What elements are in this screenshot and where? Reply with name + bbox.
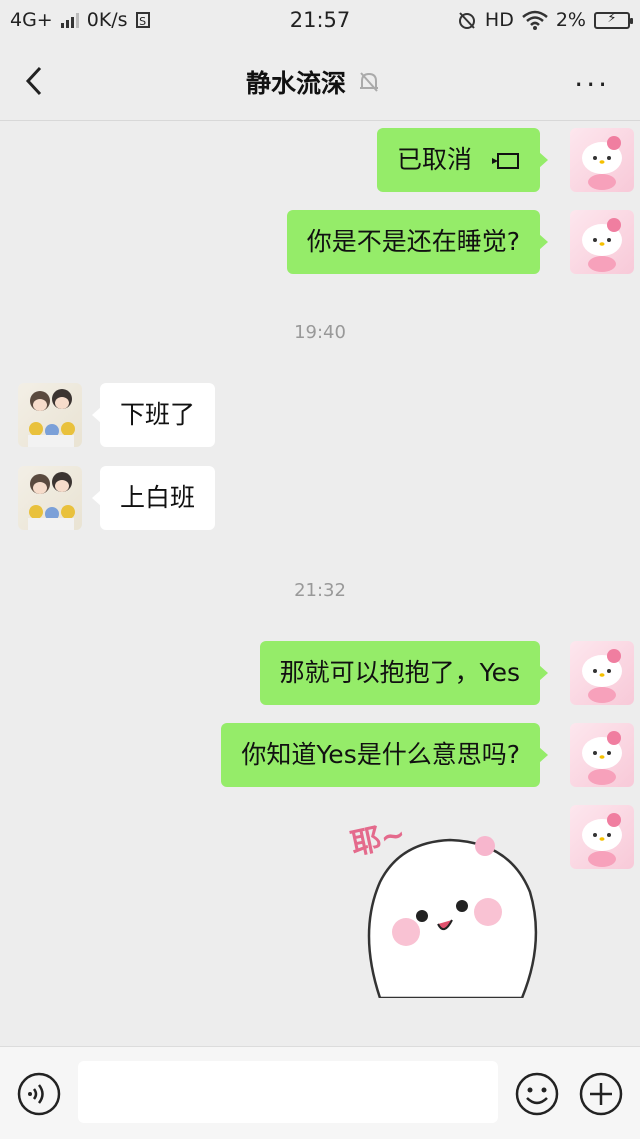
message-bubble[interactable]: 那就可以抱抱了，Yes	[259, 641, 549, 705]
more-button[interactable]: ···	[574, 68, 610, 101]
message-text: 已取消	[397, 145, 473, 174]
message-text: 下班了	[120, 400, 196, 429]
battery-icon: ⚡	[594, 11, 633, 29]
avatar[interactable]	[570, 641, 634, 705]
wifi-icon	[522, 10, 548, 30]
bell-off-icon	[360, 72, 379, 92]
family-avatar-image	[28, 389, 75, 447]
avatar[interactable]	[18, 383, 82, 447]
message-input[interactable]	[78, 1061, 498, 1123]
message-text: 你知道Yes是什么意思吗?	[241, 740, 520, 769]
message-bubble[interactable]: 已取消	[377, 128, 548, 192]
avatar[interactable]	[18, 466, 82, 530]
hello-kitty-avatar-image	[582, 731, 622, 785]
page-title: 静水流深	[246, 69, 347, 98]
avatar[interactable]	[570, 723, 634, 787]
voice-icon[interactable]	[16, 1071, 62, 1117]
hello-kitty-avatar-image	[582, 218, 622, 272]
message-bubble[interactable]: 你知道Yes是什么意思吗?	[221, 723, 548, 787]
title-group: 静水流深	[246, 64, 380, 100]
hello-kitty-avatar-image	[582, 813, 622, 867]
input-bar	[0, 1046, 640, 1139]
message-bubble[interactable]: 上白班	[91, 466, 216, 530]
avatar[interactable]	[570, 128, 634, 192]
timestamp: 19:40	[294, 322, 346, 343]
avatar[interactable]	[570, 210, 634, 274]
battery-percent: 2%	[555, 9, 586, 31]
plus-icon[interactable]	[578, 1071, 624, 1117]
message-text: 上白班	[120, 483, 196, 512]
emoji-icon[interactable]	[514, 1071, 560, 1117]
hd-badge: HD	[484, 9, 514, 31]
sticker-message[interactable]: 耶~	[340, 812, 542, 1000]
message-text: 那就可以抱抱了，Yes	[279, 658, 520, 687]
message-text: 你是不是还在睡觉?	[306, 227, 520, 256]
chat-header: 静水流深 ···	[0, 42, 640, 121]
alarm-off-icon	[458, 12, 475, 29]
message-bubble[interactable]: 下班了	[91, 383, 216, 447]
family-avatar-image	[28, 472, 75, 530]
call-icon	[492, 153, 519, 169]
timestamp: 21:32	[294, 580, 346, 601]
avatar[interactable]	[570, 805, 634, 869]
chevron-left-icon[interactable]	[20, 64, 50, 98]
status-bar: 4G+ 0K/s S 21:57 HD 2% ⚡	[0, 0, 640, 42]
hello-kitty-avatar-image	[582, 136, 622, 190]
message-bubble[interactable]: 你是不是还在睡觉?	[286, 210, 549, 274]
hello-kitty-avatar-image	[582, 649, 622, 703]
